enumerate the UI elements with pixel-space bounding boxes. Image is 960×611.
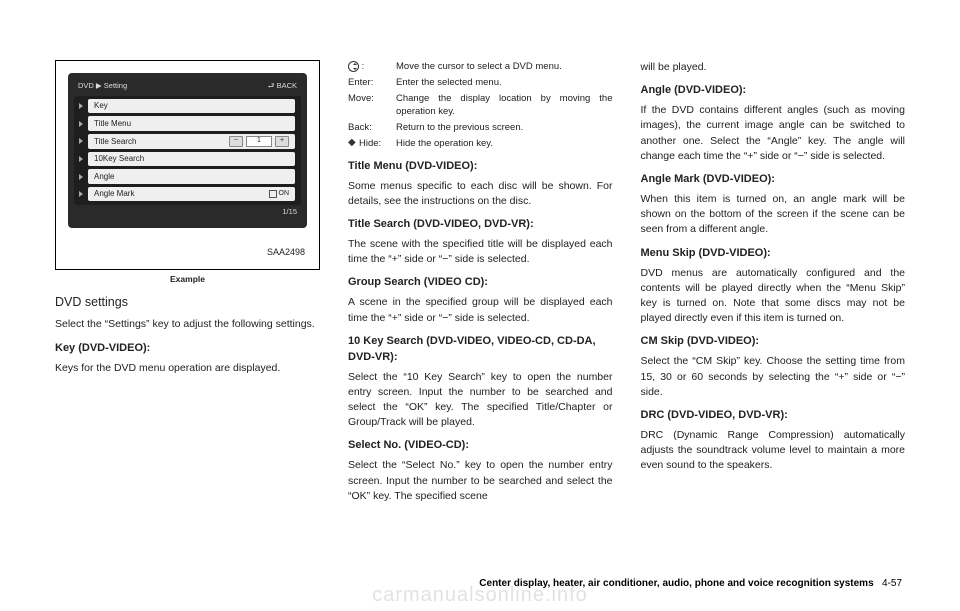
menu-item-title-search[interactable]: Title Search − 1 + [88, 134, 295, 149]
heading-menu-skip: Menu Skip (DVD-VIDEO): [641, 246, 906, 262]
body-text: DVD menus are automatically configured a… [641, 266, 906, 327]
heading-title-search: Title Search (DVD-VIDEO, DVD-VR): [348, 217, 613, 233]
breadcrumb: DVD ▶ Setting [78, 81, 127, 92]
def-key: Move: [348, 92, 392, 120]
footer-section: Center display, heater, air conditioner,… [479, 578, 873, 589]
plus-button[interactable]: + [275, 136, 289, 147]
menu-label: Title Search [94, 136, 136, 148]
def-value: Return to the previous screen. [396, 121, 613, 135]
menu-item-angle[interactable]: Angle [88, 169, 295, 184]
menu-label: Angle [94, 171, 114, 183]
checkbox-icon[interactable] [269, 190, 277, 198]
heading-title-menu: Title Menu (DVD-VIDEO): [348, 159, 613, 175]
menu-item-angle-mark[interactable]: Angle Mark ON [88, 187, 295, 202]
footer-page: 4-57 [882, 578, 902, 589]
body-text: will be played. [641, 60, 906, 75]
screenshot-frame: DVD ▶ Setting ⮐ BACK Key Title Menu Titl… [55, 60, 320, 270]
heading-group-search: Group Search (VIDEO CD): [348, 275, 613, 291]
heading-dvd-settings: DVD settings [55, 293, 320, 311]
heading-angle: Angle (DVD-VIDEO): [641, 83, 906, 99]
back-button[interactable]: ⮐ BACK [268, 81, 297, 92]
menu-label: Key [94, 100, 108, 112]
heading-cm-skip: CM Skip (DVD-VIDEO): [641, 334, 906, 350]
arrows-icon [348, 138, 359, 149]
heading-key: Key (DVD-VIDEO): [55, 341, 320, 357]
title-search-value: 1 [246, 136, 272, 147]
menu-item-title-menu[interactable]: Title Menu [88, 116, 295, 131]
def-key: Enter: [348, 76, 392, 90]
on-label: ON [279, 189, 290, 199]
def-key: Back: [348, 121, 392, 135]
menu-label: 10Key Search [94, 153, 144, 165]
menu-label: Title Menu [94, 118, 131, 130]
body-text: If the DVD contains different angles (su… [641, 103, 906, 164]
heading-10key-search: 10 Key Search (DVD-VIDEO, VIDEO-CD, CD-D… [348, 334, 613, 366]
menu-item-10key-search[interactable]: 10Key Search [88, 152, 295, 167]
def-key: Hide: [359, 138, 381, 149]
minus-button[interactable]: − [229, 136, 243, 147]
cursor-icon [348, 61, 359, 72]
body-text: Select the “CM Skip” key. Choose the set… [641, 354, 906, 400]
def-value: Move the cursor to select a DVD menu. [396, 60, 613, 74]
body-text: A scene in the specified group will be d… [348, 295, 613, 325]
page-footer: Center display, heater, air conditioner,… [0, 578, 960, 589]
body-text: The scene with the specified title will … [348, 237, 613, 267]
body-text: Select the “Select No.” key to open the … [348, 458, 613, 504]
def-value: Enter the selected menu. [396, 76, 613, 90]
def-value: Hide the operation key. [396, 137, 613, 151]
body-text: Keys for the DVD menu operation are disp… [55, 361, 320, 376]
heading-select-no: Select No. (VIDEO-CD): [348, 438, 613, 454]
body-text: Some menus specific to each disc will be… [348, 179, 613, 209]
menu-label: Angle Mark [94, 188, 134, 200]
body-text: DRC (Dynamic Range Compression) automati… [641, 428, 906, 474]
figure: DVD ▶ Setting ⮐ BACK Key Title Menu Titl… [55, 60, 320, 285]
menu-item-key[interactable]: Key [88, 99, 295, 114]
body-text: Select the “Settings” key to adjust the … [55, 317, 320, 332]
definition-list: : Move the cursor to select a DVD menu. … [348, 60, 613, 151]
body-text: When this item is turned on, an angle ma… [641, 192, 906, 238]
dvd-settings-screen: DVD ▶ Setting ⮐ BACK Key Title Menu Titl… [68, 73, 307, 228]
def-key: : [362, 61, 365, 72]
heading-drc: DRC (DVD-VIDEO, DVD-VR): [641, 408, 906, 424]
page-indicator: 1/15 [282, 207, 297, 218]
body-text: Select the “10 Key Search” key to open t… [348, 370, 613, 431]
figure-id: SAA2498 [267, 246, 305, 259]
def-value: Change the display location by moving th… [396, 92, 613, 120]
heading-angle-mark: Angle Mark (DVD-VIDEO): [641, 172, 906, 188]
figure-caption: Example [55, 273, 320, 285]
